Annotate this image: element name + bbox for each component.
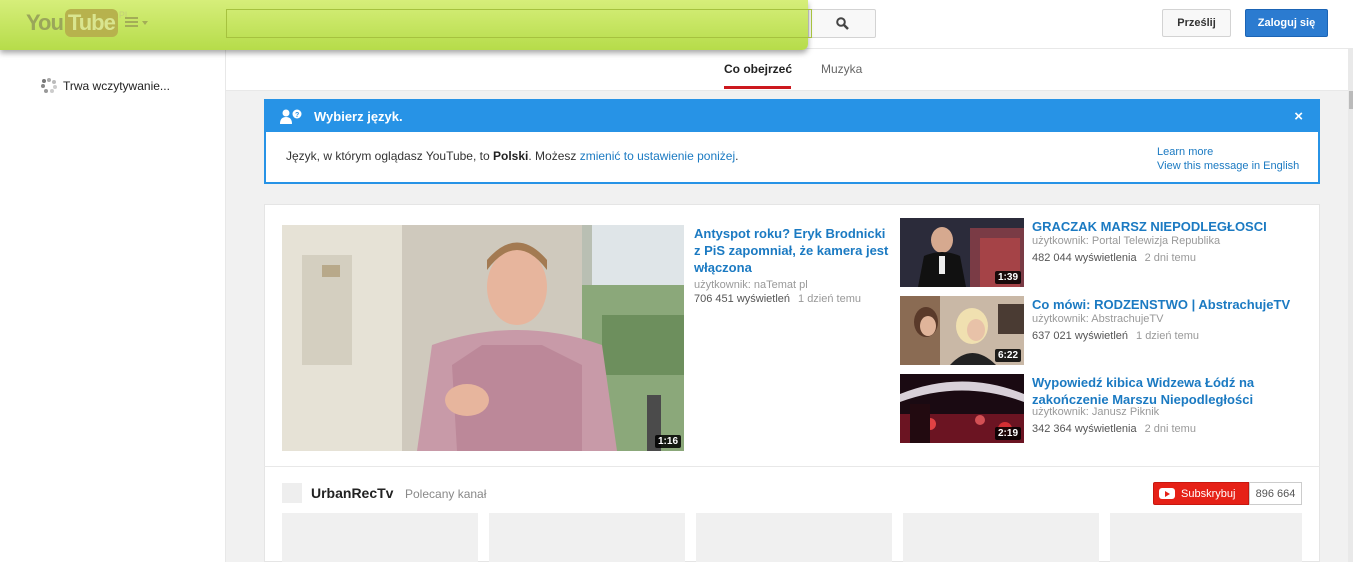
feed-tabs: Co obejrzeć Muzyka	[226, 49, 1353, 91]
spinner-icon	[41, 78, 57, 94]
video-duration: 1:39	[994, 271, 1021, 284]
video-ago: 2 dni temu	[1144, 252, 1196, 264]
list-item: 2:19 Wypowiedź kibica Widzewa Łódź na za…	[900, 374, 1300, 444]
learn-more-link[interactable]: Learn more	[1157, 145, 1299, 159]
close-icon[interactable]: ×	[1294, 108, 1303, 125]
tab-music[interactable]: Muzyka	[821, 62, 862, 76]
logo-tube-text: Tube	[64, 9, 118, 37]
guide-sidebar: Trwa wczytywanie...	[0, 49, 226, 562]
channel-tag: Polecany kanał	[405, 487, 487, 501]
subscriber-count: 896 664	[1249, 482, 1302, 505]
subscribe-button[interactable]: Subskrybuj	[1153, 482, 1249, 505]
subscribe-label: Subskrybuj	[1181, 487, 1236, 500]
video-stats: 637 021 wyświetleń 1 dzień temu	[1032, 330, 1199, 342]
notice-header: ? Wybierz język.	[266, 101, 1318, 132]
video-placeholder[interactable]	[903, 513, 1099, 562]
list-item: 1:39 GRACZAK MARSZ NIEPODLEGŁOSCI użytko…	[900, 218, 1300, 288]
notice-text-mid: . Możesz	[528, 149, 580, 163]
video-views: 482 044 wyświetlenia	[1032, 252, 1137, 264]
notice-language: Polski	[493, 149, 529, 163]
video-thumbnail[interactable]: 6:22	[900, 296, 1024, 365]
video-ago: 2 dni temu	[1144, 423, 1196, 435]
search-input[interactable]	[226, 9, 812, 38]
video-user[interactable]: użytkownik: Janusz Piknik	[1032, 406, 1159, 418]
upload-button[interactable]: Prześlij	[1162, 9, 1231, 37]
language-notice: ? Wybierz język. × Język, w którym ogląd…	[264, 99, 1320, 184]
video-title[interactable]: Co mówi: RODZENSTWO | AbstrachujeTV	[1032, 296, 1302, 313]
scrollbar[interactable]	[1348, 49, 1353, 562]
featured-video-stats: 706 451 wyświetleń 1 dzień temu	[694, 293, 861, 305]
language-users-icon: ?	[280, 109, 302, 124]
english-message-link[interactable]: View this message in English	[1157, 159, 1299, 173]
video-user[interactable]: użytkownik: AbstrachujeTV	[1032, 313, 1163, 325]
video-stats: 482 044 wyświetlenia 2 dni temu	[1032, 252, 1196, 264]
video-placeholder[interactable]	[282, 513, 478, 562]
video-user[interactable]: użytkownik: Portal Telewizja Republika	[1032, 235, 1220, 247]
video-views: 342 364 wyświetlenia	[1032, 423, 1137, 435]
login-button[interactable]: Zaloguj się	[1245, 9, 1328, 37]
featured-video-thumbnail[interactable]: 1:16	[282, 225, 684, 451]
video-duration: 2:19	[994, 427, 1021, 440]
change-setting-link[interactable]: zmienić to ustawienie poniżej	[580, 149, 735, 163]
notice-text-suffix: .	[735, 149, 739, 163]
notice-links: Learn more View this message in English	[1157, 145, 1299, 173]
thumbnail-image	[282, 225, 684, 451]
channel-avatar[interactable]	[282, 483, 302, 503]
youtube-logo[interactable]: You Tube PL	[26, 9, 130, 37]
section-divider	[264, 466, 1320, 467]
featured-video-user[interactable]: użytkownik: naTemat pl	[694, 279, 808, 291]
video-placeholder[interactable]	[1110, 513, 1302, 562]
featured-views: 706 451 wyświetleń	[694, 293, 791, 305]
video-title[interactable]: GRACZAK MARSZ NIEPODLEGŁOSCI	[1032, 218, 1302, 235]
channel-name[interactable]: UrbanRecTv	[311, 485, 393, 501]
list-item: 6:22 Co mówi: RODZENSTWO | AbstrachujeTV…	[900, 296, 1300, 366]
active-tab-indicator	[724, 86, 791, 89]
search-button[interactable]	[808, 9, 876, 38]
notice-text-prefix: Język, w którym oglądasz YouTube, to	[286, 149, 493, 163]
video-duration: 6:22	[994, 349, 1021, 362]
chevron-down-icon	[142, 21, 148, 25]
notice-title: Wybierz język.	[314, 109, 403, 124]
video-placeholder[interactable]	[489, 513, 685, 562]
guide-menu-icon[interactable]	[125, 17, 149, 31]
video-placeholder[interactable]	[696, 513, 892, 562]
video-title[interactable]: Wypowiedź kibica Widzewa Łódź na zakończ…	[1032, 374, 1302, 408]
video-thumbnail[interactable]: 2:19	[900, 374, 1024, 443]
loading-indicator: Trwa wczytywanie...	[41, 78, 170, 94]
featured-ago: 1 dzień temu	[798, 293, 861, 305]
video-views: 637 021 wyświetleń	[1032, 330, 1129, 342]
youtube-play-icon	[1159, 488, 1175, 499]
loading-text: Trwa wczytywanie...	[63, 79, 170, 93]
search-icon	[835, 17, 849, 30]
featured-duration: 1:16	[654, 435, 681, 448]
featured-video-title[interactable]: Antyspot roku? Eryk Brodnicki z PiS zapo…	[694, 225, 889, 276]
video-stats: 342 364 wyświetlenia 2 dni temu	[1032, 423, 1196, 435]
notice-message: Język, w którym oglądasz YouTube, to Pol…	[286, 149, 738, 163]
video-ago: 1 dzień temu	[1136, 330, 1199, 342]
video-thumbnail[interactable]: 1:39	[900, 218, 1024, 287]
tab-what-to-watch[interactable]: Co obejrzeć	[724, 62, 792, 76]
logo-you-text: You	[26, 10, 64, 35]
svg-text:?: ?	[295, 112, 299, 119]
scrollbar-thumb[interactable]	[1349, 91, 1353, 109]
